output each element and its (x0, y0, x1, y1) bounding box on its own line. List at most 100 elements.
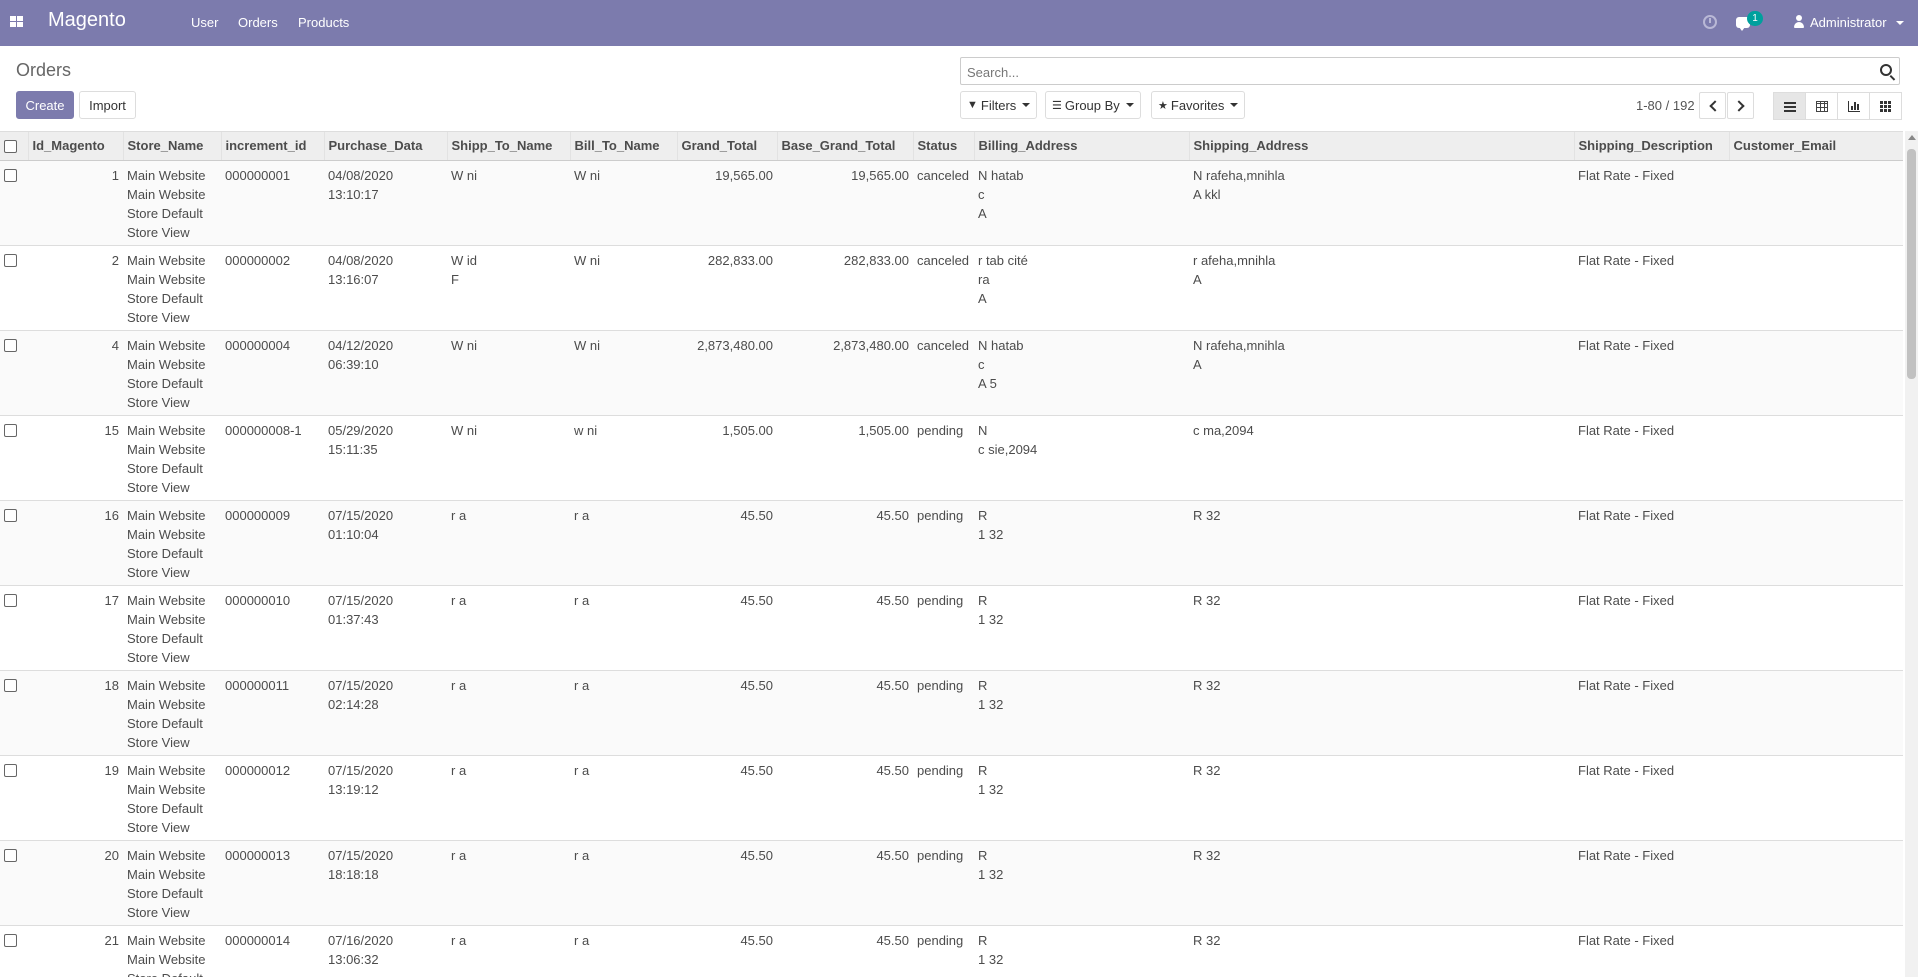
cell-increment-id: 000000009 (221, 500, 324, 586)
table-row[interactable]: 20 Main Website Main Website Store Defaul… (0, 840, 1903, 926)
cell-customer-email (1729, 500, 1903, 586)
cell-bill-to-name: r a (570, 925, 677, 977)
cell-id-magento: 19 (28, 755, 123, 841)
row-checkbox-cell[interactable] (0, 500, 28, 586)
brand-title[interactable]: Magento (48, 9, 126, 32)
cell-purchase-date: 07/15/2020 01:10:04 (324, 500, 447, 586)
cell-shipping-address: r afeha,mnihla A (1189, 245, 1574, 331)
scrollbar-thumb[interactable] (1907, 149, 1916, 379)
column-header[interactable]: Base_Grand_Total (777, 132, 914, 161)
column-header[interactable]: increment_id (221, 132, 325, 161)
cell-billing-address: N hatab c A (974, 160, 1189, 246)
column-header[interactable]: Customer_Email (1729, 132, 1903, 161)
menu-item-user[interactable]: User (191, 15, 218, 30)
pager-value[interactable]: 1-80 / 192 (1636, 98, 1695, 113)
row-checkbox-cell[interactable] (0, 840, 28, 926)
cell-increment-id: 000000001 (221, 160, 324, 246)
user-icon[interactable] (1793, 15, 1804, 28)
row-checkbox[interactable] (4, 253, 17, 267)
row-checkbox-cell[interactable] (0, 755, 28, 841)
pager-previous-button[interactable] (1699, 92, 1726, 119)
row-checkbox-cell[interactable] (0, 245, 28, 331)
row-checkbox[interactable] (4, 848, 17, 862)
create-button[interactable]: Create (16, 91, 74, 119)
column-header[interactable]: Shipp_To_Name (447, 132, 571, 161)
cell-increment-id: 000000011 (221, 670, 324, 756)
search-input[interactable] (967, 62, 1847, 82)
cell-shipping-description: Flat Rate - Fixed (1574, 925, 1729, 977)
apps-menu-icon[interactable] (10, 16, 23, 27)
cell-shipping-description: Flat Rate - Fixed (1574, 245, 1729, 331)
column-header[interactable]: Status (913, 132, 975, 161)
column-header[interactable]: Shipping_Description (1574, 132, 1730, 161)
row-checkbox-cell[interactable] (0, 925, 28, 977)
list-icon: ☰ (1052, 99, 1062, 112)
cell-ship-to-name: W ni (447, 160, 570, 246)
menu-item-products[interactable]: Products (298, 15, 349, 30)
row-checkbox[interactable] (4, 168, 17, 182)
cell-grand-total: 1,505.00 (677, 415, 777, 501)
activity-clock-icon[interactable] (1703, 15, 1717, 29)
row-checkbox-cell[interactable] (0, 330, 28, 416)
row-checkbox-cell[interactable] (0, 670, 28, 756)
table-row[interactable]: 16 Main Website Main Website Store Defaul… (0, 500, 1903, 586)
column-header[interactable]: Store_Name (123, 132, 222, 161)
row-checkbox[interactable] (4, 338, 17, 352)
favorites-dropdown[interactable]: ★ Favorites (1151, 91, 1246, 119)
row-checkbox[interactable] (4, 678, 17, 692)
row-checkbox-cell[interactable] (0, 415, 28, 501)
row-checkbox[interactable] (4, 763, 17, 777)
select-all-checkbox-cell[interactable] (0, 132, 29, 161)
column-header[interactable]: Purchase_Data (324, 132, 448, 161)
cell-store-name: Main Website Main Website Store Default … (123, 160, 221, 246)
table-row[interactable]: 15 Main Website Main Website Store Defaul… (0, 415, 1903, 501)
cell-ship-to-name: r a (447, 585, 570, 671)
column-header[interactable]: Id_Magento (28, 132, 124, 161)
row-checkbox-cell[interactable] (0, 585, 28, 671)
cell-shipping-address: R 32 (1189, 840, 1574, 926)
select-all-checkbox[interactable] (4, 140, 17, 154)
row-checkbox-cell[interactable] (0, 160, 28, 246)
vertical-scrollbar[interactable] (1905, 131, 1918, 977)
filters-dropdown[interactable]: ▼ Filters (960, 91, 1038, 119)
row-checkbox[interactable] (4, 593, 17, 607)
user-menu[interactable]: Administrator (1810, 15, 1887, 30)
cell-billing-address: r tab cité ra A (974, 245, 1189, 331)
column-header[interactable]: Billing_Address (974, 132, 1190, 161)
pivot-view-button[interactable] (1805, 92, 1838, 120)
groupby-dropdown[interactable]: ☰ Group By (1045, 91, 1141, 119)
cell-id-magento: 20 (28, 840, 123, 926)
column-header[interactable]: Bill_To_Name (570, 132, 678, 161)
table-row[interactable]: 2 Main Website Main Website Store Default… (0, 245, 1903, 331)
graph-view-button[interactable] (1837, 92, 1870, 120)
pager-next-button[interactable] (1727, 92, 1754, 119)
table-row[interactable]: 18 Main Website Main Website Store Defaul… (0, 670, 1903, 756)
search-icon[interactable] (1880, 64, 1892, 76)
table-row[interactable]: 21Main Website Main Website Store Defaul… (0, 925, 1903, 977)
cell-shipping-address: R 32 (1189, 670, 1574, 756)
top-navbar: Magento User Orders Products 1 Administr… (0, 0, 1918, 46)
import-button[interactable]: Import (79, 91, 136, 119)
table-row[interactable]: 19 Main Website Main Website Store Defaul… (0, 755, 1903, 841)
row-checkbox[interactable] (4, 508, 17, 522)
chevron-left-icon (1709, 100, 1721, 112)
table-row[interactable]: 1 Main Website Main Website Store Default… (0, 160, 1903, 246)
cell-billing-address: R 1 32 (974, 585, 1189, 671)
cell-grand-total: 19,565.00 (677, 160, 777, 246)
filters-label: Filters (980, 97, 1017, 113)
column-header[interactable]: Grand_Total (677, 132, 778, 161)
scroll-up-icon[interactable] (1908, 135, 1916, 140)
chevron-down-icon[interactable] (1896, 21, 1904, 25)
column-header[interactable]: Shipping_Address (1189, 132, 1575, 161)
list-view-button[interactable] (1773, 92, 1806, 120)
cell-status: pending (913, 585, 974, 671)
cell-customer-email (1729, 670, 1903, 756)
kanban-view-button[interactable] (1869, 92, 1902, 120)
row-checkbox[interactable] (4, 933, 17, 947)
cell-shipping-address: R 32 (1189, 755, 1574, 841)
row-checkbox[interactable] (4, 423, 17, 437)
table-row[interactable]: 4 Main Website Main Website Store Default… (0, 330, 1903, 416)
cell-shipping-description: Flat Rate - Fixed (1574, 755, 1729, 841)
menu-item-orders[interactable]: Orders (238, 15, 278, 30)
table-row[interactable]: 17 Main Website Main Website Store Defaul… (0, 585, 1903, 671)
